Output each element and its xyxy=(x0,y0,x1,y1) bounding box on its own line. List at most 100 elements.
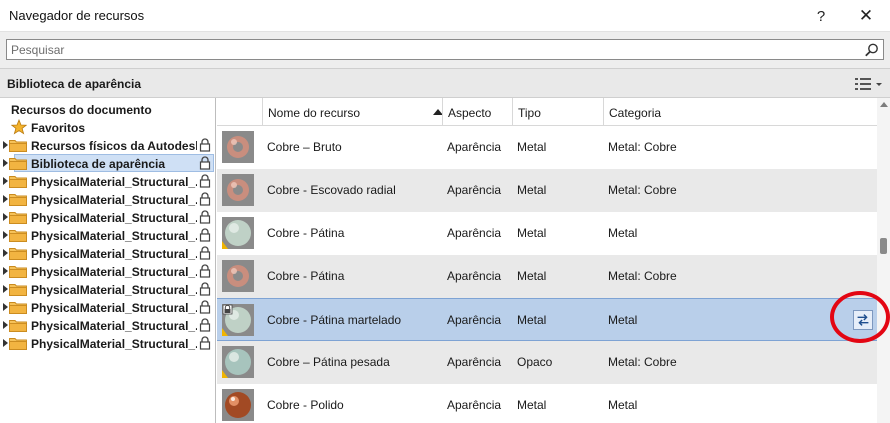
aspect-text: Aparência xyxy=(447,269,502,283)
lock-icon xyxy=(199,336,211,350)
table-row[interactable]: Cobre - Polido Aparência Metal Metal xyxy=(217,384,877,423)
lock-icon xyxy=(199,192,211,206)
folder-icon xyxy=(9,266,27,278)
type-text: Metal xyxy=(517,140,547,154)
expand-arrow-icon[interactable] xyxy=(3,159,8,167)
tree-item-label: PhysicalMaterial_Structural_... xyxy=(31,193,197,207)
expand-arrow-icon[interactable] xyxy=(3,321,8,329)
table-row[interactable]: Cobre - Pátina Aparência Metal Metal xyxy=(217,212,877,255)
category-text: Metal: Cobre xyxy=(608,355,677,369)
table-row[interactable]: Cobre - Escovado radial Aparência Metal … xyxy=(217,169,877,212)
tree-item[interactable]: PhysicalMaterial_Structural_... xyxy=(0,316,215,334)
column-type-label: Tipo xyxy=(518,106,541,120)
expand-arrow-icon[interactable] xyxy=(3,195,8,203)
expand-arrow-icon[interactable] xyxy=(3,213,8,221)
list-view-icon[interactable] xyxy=(853,75,885,93)
tree-item[interactable]: PhysicalMaterial_Structural_... xyxy=(0,262,215,280)
copper-ring-thumbnail xyxy=(222,260,254,292)
type-cell: Metal xyxy=(512,169,603,212)
tree-favorites[interactable]: Favoritos xyxy=(0,118,215,136)
expand-arrow-icon[interactable] xyxy=(3,303,8,311)
name-cell: Cobre - Pátina xyxy=(262,255,442,298)
expand-arrow-icon[interactable] xyxy=(3,231,8,239)
column-header-category[interactable]: Categoria xyxy=(603,98,877,126)
column-aspect-label: Aspecto xyxy=(448,106,492,120)
swap-arrows-icon xyxy=(857,314,869,326)
thumbnail-cell xyxy=(217,255,262,298)
thumbnail-cell xyxy=(217,299,262,342)
thumbnail-cell xyxy=(217,341,262,384)
tree-item[interactable]: Recursos físicos da Autodesk xyxy=(0,136,215,154)
lock-icon xyxy=(199,300,211,314)
tree-item[interactable]: PhysicalMaterial_Structural_... xyxy=(0,208,215,226)
tree-item[interactable]: PhysicalMaterial_Structural_... xyxy=(0,334,215,352)
category-cell: Metal xyxy=(603,299,853,342)
close-button[interactable]: ✕ xyxy=(846,2,886,30)
expand-arrow-icon[interactable] xyxy=(3,339,8,347)
title-bar: Navegador de recursos ? ✕ xyxy=(0,0,890,32)
type-text: Metal xyxy=(517,269,547,283)
lock-icon xyxy=(199,318,211,332)
aspect-cell: Aparência xyxy=(442,169,512,212)
lock-icon xyxy=(199,210,211,224)
aspect-text: Aparência xyxy=(447,140,502,154)
name-text: Cobre – Bruto xyxy=(267,140,342,154)
column-header-type[interactable]: Tipo xyxy=(512,98,603,126)
type-text: Metal xyxy=(517,398,547,412)
tree-item[interactable]: PhysicalMaterial_Structural_... xyxy=(0,280,215,298)
expand-arrow-icon[interactable] xyxy=(3,141,8,149)
scroll-up-icon[interactable] xyxy=(880,102,888,107)
folder-icon xyxy=(9,194,27,206)
search-input[interactable] xyxy=(6,39,884,60)
category-cell: Metal xyxy=(603,384,853,423)
aspect-cell: Aparência xyxy=(442,384,512,423)
tree-item[interactable]: Biblioteca de aparência xyxy=(0,154,215,172)
expand-arrow-icon[interactable] xyxy=(3,249,8,257)
column-header-aspect[interactable]: Aspecto xyxy=(442,98,512,126)
help-button[interactable]: ? xyxy=(801,2,841,30)
category-cell: Metal: Cobre xyxy=(603,341,853,384)
tree-item[interactable]: PhysicalMaterial_Structural_... xyxy=(0,226,215,244)
category-text: Metal: Cobre xyxy=(608,269,677,283)
tree-item[interactable]: PhysicalMaterial_Structural_... xyxy=(0,298,215,316)
table-row[interactable]: Cobre – Pátina pesada Aparência Opaco Me… xyxy=(217,341,877,384)
name-cell: Cobre - Polido xyxy=(262,384,442,423)
replace-material-button[interactable] xyxy=(853,310,873,330)
table-row[interactable]: Cobre - Pátina martelado Aparência Metal… xyxy=(217,298,877,341)
aspect-text: Aparência xyxy=(447,183,502,197)
folder-icon xyxy=(9,158,27,170)
aspect-cell: Aparência xyxy=(442,341,512,384)
tree-item[interactable]: PhysicalMaterial_Structural_... xyxy=(0,190,215,208)
search-icon[interactable] xyxy=(864,43,880,57)
name-text: Cobre – Pátina pesada xyxy=(267,355,390,369)
column-header-name[interactable]: Nome do recurso xyxy=(262,98,443,126)
patina-sphere-thumbnail xyxy=(222,304,254,336)
tree-item[interactable]: PhysicalMaterial_Structural_... xyxy=(0,172,215,190)
vertical-scrollbar[interactable] xyxy=(877,98,890,423)
folder-icon xyxy=(9,320,27,332)
tree-document-resources[interactable]: Recursos do documento xyxy=(0,100,215,118)
aspect-text: Aparência xyxy=(447,355,502,369)
tree-item-label: PhysicalMaterial_Structural_... xyxy=(31,247,197,261)
name-cell: Cobre - Escovado radial xyxy=(262,169,442,212)
folder-icon xyxy=(9,302,27,314)
library-title: Biblioteca de aparência xyxy=(7,77,142,91)
copper-ring-thumbnail xyxy=(222,174,254,206)
folder-icon xyxy=(9,284,27,296)
type-cell: Opaco xyxy=(512,341,603,384)
tree-item[interactable]: PhysicalMaterial_Structural_... xyxy=(0,244,215,262)
scroll-thumb[interactable] xyxy=(880,238,887,254)
type-cell: Metal xyxy=(512,384,603,423)
expand-arrow-icon[interactable] xyxy=(3,177,8,185)
expand-arrow-icon[interactable] xyxy=(3,285,8,293)
table-row[interactable]: Cobre - Pátina Aparência Metal Metal: Co… xyxy=(217,255,877,298)
type-cell: Metal xyxy=(512,255,603,298)
lock-icon xyxy=(199,264,211,278)
tree-item-label: PhysicalMaterial_Structural_... xyxy=(31,319,197,333)
column-category-label: Categoria xyxy=(609,106,662,120)
name-cell: Cobre – Bruto xyxy=(262,126,442,169)
expand-arrow-icon[interactable] xyxy=(3,267,8,275)
table-row[interactable]: Cobre – Bruto Aparência Metal Metal: Cob… xyxy=(217,126,877,169)
column-name-label: Nome do recurso xyxy=(268,106,361,120)
lock-icon xyxy=(199,228,211,242)
